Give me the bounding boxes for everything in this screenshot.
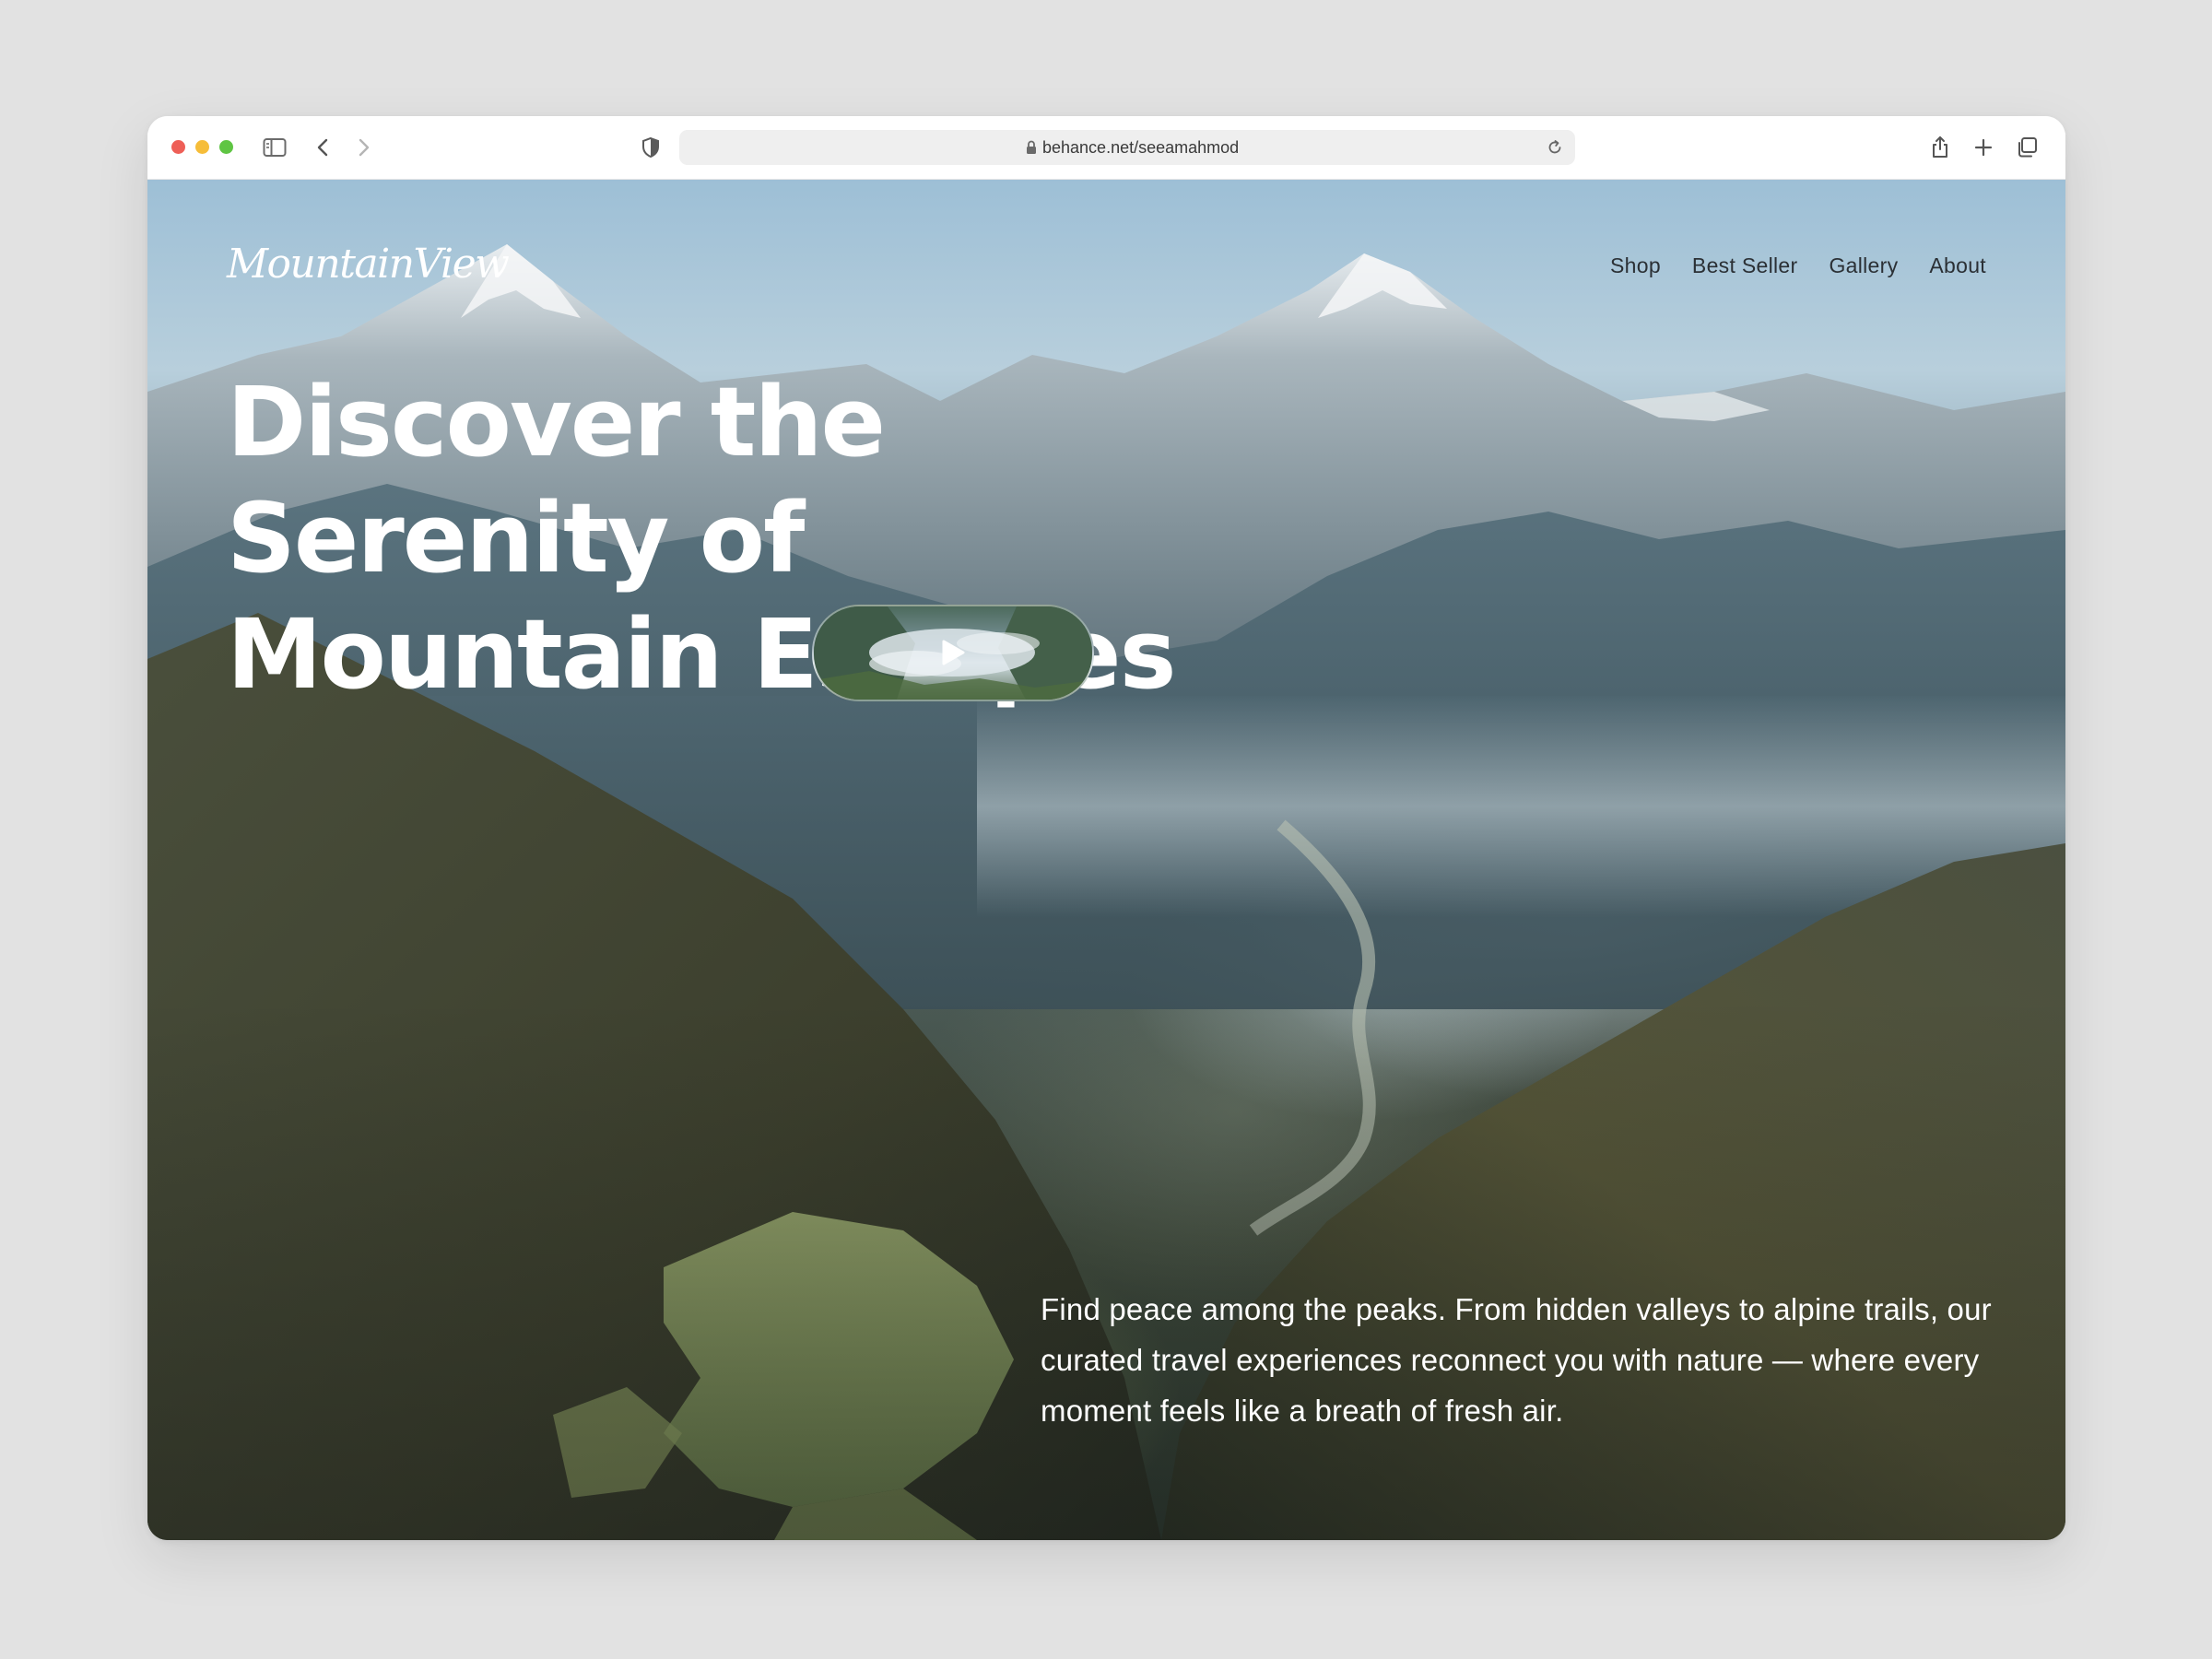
tabs-overview-icon[interactable] xyxy=(2014,135,2040,160)
headline-line-2: Serenity of xyxy=(227,482,805,594)
back-icon[interactable] xyxy=(310,135,335,160)
zoom-window-button[interactable] xyxy=(219,140,233,154)
main-nav: Shop Best Seller Gallery About xyxy=(1610,253,1986,278)
close-window-button[interactable] xyxy=(171,140,185,154)
minimize-window-button[interactable] xyxy=(195,140,209,154)
address-url: behance.net/seeamahmod xyxy=(1042,138,1240,157)
new-tab-icon[interactable] xyxy=(1971,135,1996,160)
forward-icon[interactable] xyxy=(351,135,377,160)
share-icon[interactable] xyxy=(1927,135,1953,160)
site-logo[interactable]: MountainView xyxy=(227,241,510,288)
nav-about[interactable]: About xyxy=(1929,253,1986,278)
headline-line-1: Discover the xyxy=(227,366,886,478)
hero-section: MountainView Shop Best Seller Gallery Ab… xyxy=(147,180,2065,1540)
sidebar-icon[interactable] xyxy=(262,135,288,160)
address-bar[interactable]: behance.net/seeamahmod xyxy=(679,130,1575,165)
browser-window: behance.net/seeamahmod MountainView Shop… xyxy=(147,116,2065,1540)
lock-icon xyxy=(1026,140,1037,159)
nav-gallery[interactable]: Gallery xyxy=(1829,253,1898,278)
nav-best-seller[interactable]: Best Seller xyxy=(1692,253,1798,278)
reload-icon[interactable] xyxy=(1546,138,1564,161)
nav-shop[interactable]: Shop xyxy=(1610,253,1661,278)
video-thumbnail-button[interactable] xyxy=(812,605,1094,701)
browser-toolbar: behance.net/seeamahmod xyxy=(147,116,2065,180)
shield-icon[interactable] xyxy=(638,135,664,160)
hero-tagline: Find peace among the peaks. From hidden … xyxy=(1041,1292,1992,1428)
